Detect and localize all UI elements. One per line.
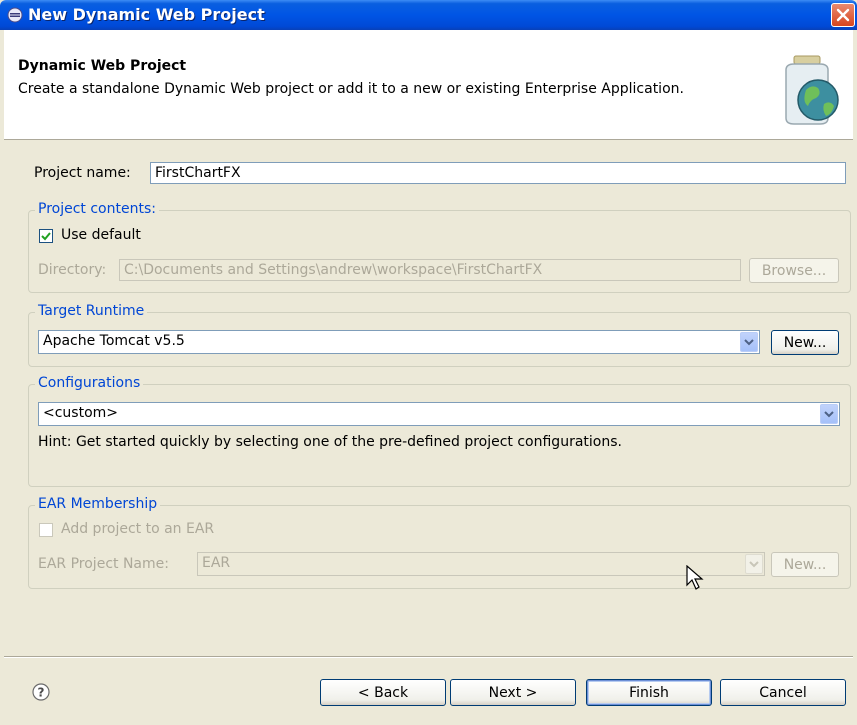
eclipse-wizard-icon	[7, 7, 23, 23]
configurations-legend: Configurations	[35, 375, 144, 391]
checkmark-icon	[41, 232, 51, 241]
target-runtime-legend: Target Runtime	[35, 303, 148, 319]
chevron-down-icon[interactable]	[745, 554, 763, 574]
finish-button[interactable]: Finish	[586, 679, 712, 706]
ear-membership-legend: EAR Membership	[35, 496, 161, 512]
use-default-checkbox[interactable]	[39, 229, 53, 243]
mouse-cursor-icon	[686, 565, 704, 590]
chevron-down-icon[interactable]	[740, 332, 758, 352]
chevron-down-icon[interactable]	[820, 404, 838, 424]
project-contents-legend: Project contents:	[35, 201, 159, 217]
new-ear-button[interactable]: New...	[771, 552, 839, 577]
cancel-button[interactable]: Cancel	[720, 679, 846, 706]
add-to-ear-label: Add project to an EAR	[61, 521, 215, 537]
svg-text:?: ?	[38, 686, 45, 700]
close-icon	[836, 8, 850, 22]
configurations-value: <custom>	[43, 405, 119, 421]
target-runtime-value: Apache Tomcat v5.5	[43, 333, 185, 349]
web-project-jar-globe-icon	[785, 55, 839, 125]
title-bar: New Dynamic Web Project	[0, 0, 857, 30]
ear-membership-group: EAR Membership	[28, 496, 851, 589]
help-icon[interactable]: ?	[32, 683, 50, 701]
add-to-ear-checkbox[interactable]	[39, 523, 53, 537]
configurations-hint: Hint: Get started quickly by selecting o…	[38, 434, 622, 450]
next-button[interactable]: Next >	[450, 679, 576, 706]
window-title: New Dynamic Web Project	[28, 5, 265, 24]
directory-input[interactable]: C:\Documents and Settings\andrew\workspa…	[119, 259, 741, 281]
wizard-page: Project name: FirstChartFX Project conte…	[4, 141, 853, 725]
configurations-select[interactable]: <custom>	[38, 402, 840, 426]
ear-project-name-label: EAR Project Name:	[38, 556, 169, 572]
back-button[interactable]: < Back	[320, 679, 446, 706]
project-name-input[interactable]: FirstChartFX	[150, 162, 846, 184]
use-default-label: Use default	[61, 227, 141, 243]
directory-label: Directory:	[38, 262, 107, 278]
banner-title: Dynamic Web Project	[18, 58, 187, 74]
browse-button[interactable]: Browse...	[749, 258, 839, 283]
new-runtime-button[interactable]: New...	[771, 330, 839, 355]
footer-separator	[4, 656, 853, 658]
ear-project-name-select[interactable]: EAR	[197, 552, 765, 576]
ear-project-name-value: EAR	[202, 555, 231, 571]
wizard-banner: Dynamic Web Project Create a standalone …	[4, 30, 853, 140]
target-runtime-select[interactable]: Apache Tomcat v5.5	[38, 330, 760, 354]
close-button[interactable]	[831, 3, 855, 27]
banner-description: Create a standalone Dynamic Web project …	[18, 81, 684, 97]
project-name-label: Project name:	[34, 165, 131, 181]
